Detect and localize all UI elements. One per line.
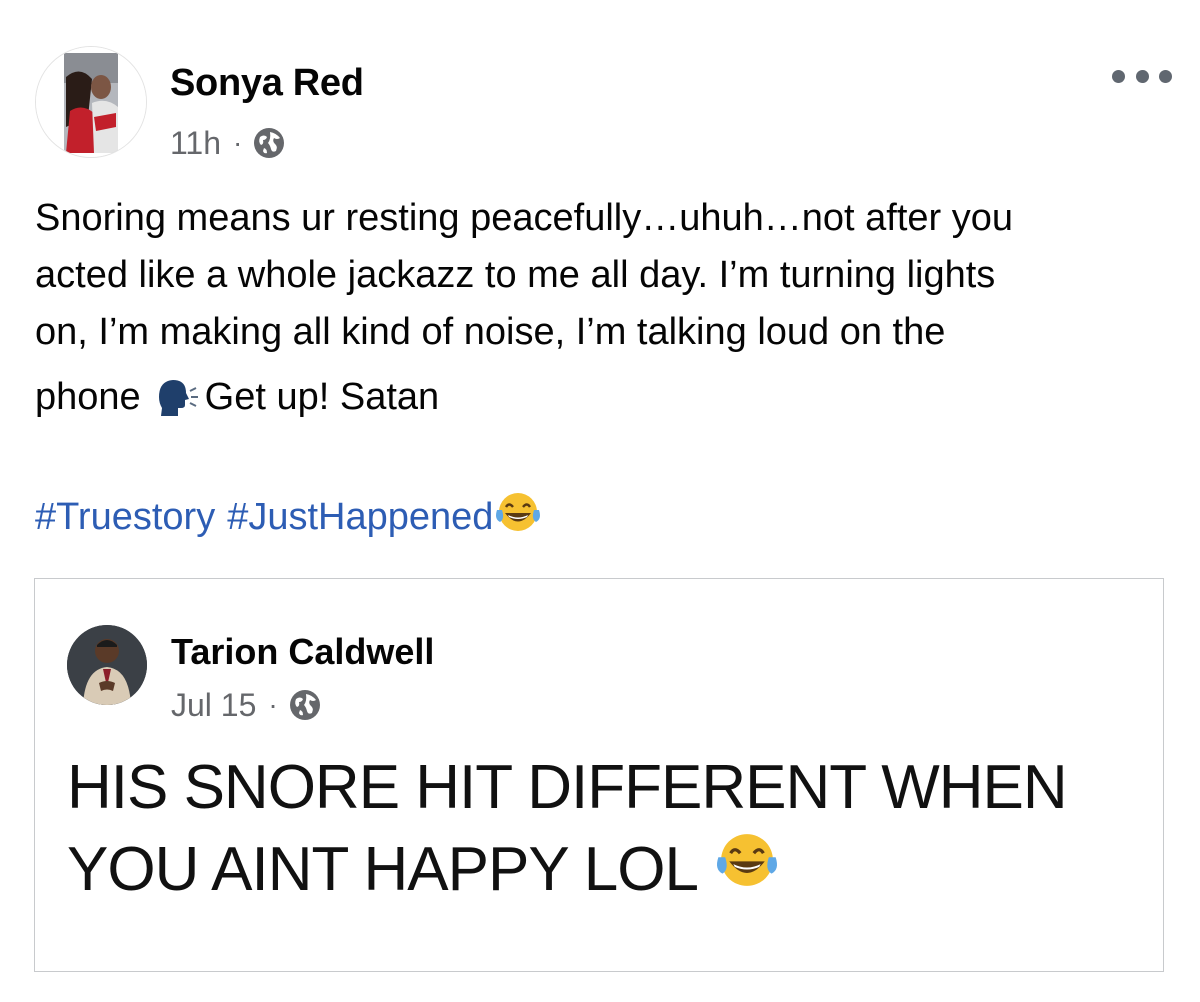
shared-author-name[interactable]: Tarion Caldwell [171,631,434,673]
globe-icon[interactable] [252,126,286,160]
shared-text-line: HIS SNORE HIT DIFFERENT WHEN [67,753,1068,822]
shared-post-card[interactable]: Tarion Caldwell Jul 15 · HIS SNORE HIT D… [34,578,1164,972]
more-dot [1159,69,1172,83]
post-timestamp[interactable]: 11h [170,125,221,162]
hashtag-link[interactable]: #JustHappened [227,496,493,539]
author-avatar[interactable] [35,46,147,158]
meta-separator: · [268,689,278,720]
shared-post-text: HIS SNORE HIT DIFFERENT WHEN YOU AINT HA… [67,747,1127,911]
shared-author-avatar[interactable] [67,625,147,705]
more-dot [1112,69,1125,83]
hashtag-link[interactable]: #Truestory [35,496,215,539]
post-text: Snoring means ur resting peacefully…uhuh… [35,190,1175,426]
shared-post-meta: Jul 15 · [171,685,322,725]
post-text-line: Snoring means ur resting peacefully…uhuh… [35,197,1013,239]
post-text-fragment: phone [35,376,141,418]
more-dot [1135,69,1149,83]
post-text-line: acted like a whole jackazz to me all day… [35,254,996,296]
post-text-line: phone Get up! Satan [35,369,1175,426]
author-name[interactable]: Sonya Red [170,62,364,105]
globe-icon[interactable] [288,688,322,722]
shared-post-date[interactable]: Jul 15 [171,687,256,724]
tears-of-joy-emoji [712,829,782,911]
meta-separator: · [233,127,243,158]
hashtag-row: #Truestory #JustHappened [35,490,543,544]
shared-text-line: YOU AINT HAPPY LOL [67,829,1127,911]
post-text-fragment: Get up! Satan [204,376,440,418]
post-text-line: on, I’m making all kind of noise, I’m ta… [35,311,946,353]
post-meta: 11h · [170,122,286,164]
speaking-head-emoji [153,375,199,421]
more-options-icon[interactable] [1112,64,1172,88]
tears-of-joy-emoji [493,490,543,544]
facebook-post: Sonya Red 11h · Snoring means ur resting… [0,0,1200,1002]
shared-text-fragment: YOU AINT HAPPY LOL [67,835,699,904]
